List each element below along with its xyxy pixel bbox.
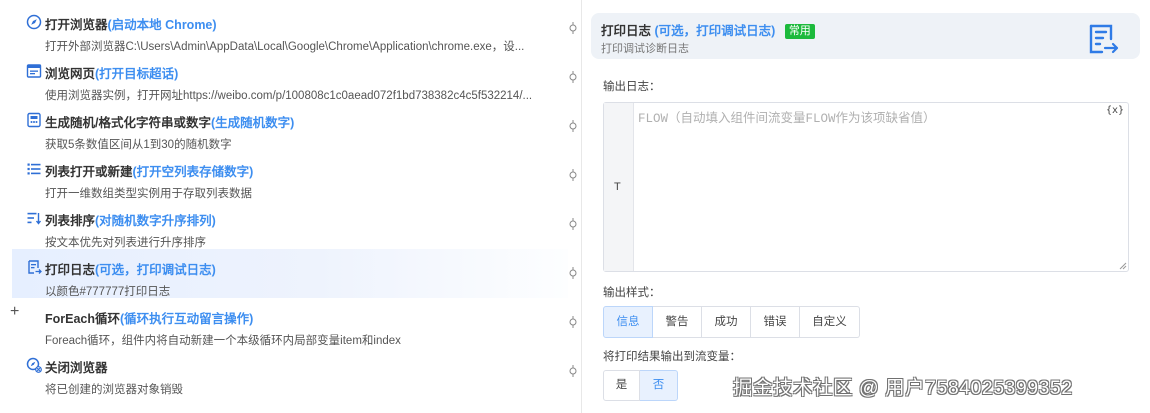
step-desc: 获取5条数值区间从1到30的随机数字: [45, 139, 232, 151]
output-log-input[interactable]: T FLOW（自动填入组件间流变量FLOW作为该项缺省值） {x}: [603, 102, 1129, 272]
step-title: 关闭浏览器: [45, 361, 108, 375]
step-desc: Foreach循环，组件内将自动新建一个本级循环内局部变量item和index: [45, 335, 401, 347]
panel-subtitle: 打印调试诊断日志: [601, 43, 689, 55]
flow-step-close-browser[interactable]: 关闭浏览器 将已创建的浏览器对象销毁: [12, 347, 568, 396]
output-to-var-label: 将打印结果输出到流变量：: [603, 351, 741, 363]
step-desc: 打开一维数组类型实例用于存取列表数据: [45, 188, 252, 200]
step-title: 生成随机/格式化字符串或数字: [45, 116, 211, 130]
step-hint: (循环执行互动留言操作): [120, 312, 254, 326]
output-log-label: 输出日志：: [603, 81, 661, 93]
connector-handle[interactable]: [568, 71, 578, 83]
step-hint: (对随机数字升序排列): [95, 214, 216, 228]
step-title: 列表打开或新建: [45, 165, 133, 179]
log-icon: [28, 260, 42, 274]
step-title: 浏览网页: [45, 67, 96, 81]
flow-step-list-open[interactable]: 列表打开或新建(打开空列表存储数字) 打开一维数组类型实例用于存取列表数据: [12, 151, 568, 200]
compass-icon: [26, 14, 42, 30]
no-button[interactable]: 否: [640, 370, 678, 401]
flow-step-foreach[interactable]: + ForEach循环(循环执行互动留言操作) Foreach循环，组件内将自动…: [10, 298, 568, 348]
flow-step-print-log[interactable]: 打印日志(可选，打印调试日志) 以颜色#777777打印日志: [12, 249, 568, 298]
webpage-icon: [26, 64, 42, 78]
step-hint: (打开空列表存储数字): [132, 165, 254, 179]
flow-step-browse-page[interactable]: 浏览网页(打开目标超话) 使用浏览器实例，打开网址https://weibo.c…: [12, 53, 568, 102]
expand-toggle[interactable]: +: [10, 304, 19, 320]
step-title: ForEach循环: [45, 312, 121, 326]
sort-icon: [27, 212, 42, 225]
output-style-label: 输出样式：: [603, 287, 661, 299]
step-hint: (生成随机数字): [210, 116, 295, 130]
connector-handle[interactable]: [568, 120, 578, 132]
resize-grip-icon[interactable]: [1119, 262, 1127, 270]
style-success-button[interactable]: 成功: [702, 306, 751, 338]
watermark: 掘金技术社区 @ 用户7584025399352: [733, 377, 1073, 399]
step-desc: 以颜色#777777打印日志: [45, 286, 171, 298]
random-icon: [27, 112, 41, 128]
step-desc: 使用浏览器实例，打开网址https://weibo.com/p/100808c1…: [45, 90, 533, 102]
connector-handle[interactable]: [568, 218, 578, 230]
variable-insert-button[interactable]: {x}: [1106, 105, 1124, 116]
type-indicator[interactable]: T: [604, 103, 634, 271]
connector-handle[interactable]: [568, 365, 578, 377]
flow-step-list: 打开浏览器(启动本地 Chrome) 打开外部浏览器C:\Users\Admin…: [0, 0, 582, 413]
connector-handle[interactable]: [568, 169, 578, 181]
properties-panel: 打印日志 (可选，打印调试日志) 常用 打印调试诊断日志 输出日志： T FLO…: [582, 0, 1150, 413]
panel-hint: (可选，打印调试日志): [654, 24, 776, 38]
step-hint: (打开目标超话): [95, 67, 179, 81]
flow-step-list-sort[interactable]: 列表排序(对随机数字升序排列) 按文本优先对列表进行升序排序: [12, 200, 568, 249]
style-custom-button[interactable]: 自定义: [800, 306, 860, 338]
connector-handle[interactable]: [568, 316, 578, 328]
style-error-button[interactable]: 错误: [751, 306, 800, 338]
step-title: 打开浏览器: [45, 18, 108, 32]
flow-step-generate-random[interactable]: 生成随机/格式化字符串或数字(生成随机数字) 获取5条数值区间从1到30的随机数…: [12, 102, 568, 151]
common-badge: 常用: [784, 24, 815, 39]
step-desc: 按文本优先对列表进行升序排序: [45, 237, 206, 249]
step-title: 打印日志: [45, 263, 96, 277]
close-browser-icon: [26, 357, 42, 373]
step-hint: (启动本地 Chrome): [107, 18, 217, 32]
step-hint: (可选，打印调试日志): [95, 263, 216, 277]
step-desc: 打开外部浏览器C:\Users\Admin\AppData\Local\Goog…: [45, 41, 525, 53]
step-title: 列表排序: [45, 214, 96, 228]
yes-button[interactable]: 是: [603, 370, 640, 401]
flow-step-open-browser[interactable]: 打开浏览器(启动本地 Chrome) 打开外部浏览器C:\Users\Admin…: [12, 4, 568, 53]
style-warning-button[interactable]: 警告: [653, 306, 702, 338]
connector-handle[interactable]: [568, 267, 578, 279]
list-icon: [27, 163, 41, 175]
log-icon: [1089, 24, 1119, 54]
panel-header: 打印日志 (可选，打印调试日志) 常用 打印调试诊断日志: [591, 13, 1140, 59]
connector-handle[interactable]: [568, 22, 578, 34]
style-info-button[interactable]: 信息: [603, 306, 653, 338]
output-log-placeholder: FLOW（自动填入组件间流变量FLOW作为该项缺省值）: [638, 112, 936, 126]
step-desc: 将已创建的浏览器对象销毁: [45, 384, 183, 396]
panel-title: 打印日志: [601, 24, 652, 38]
